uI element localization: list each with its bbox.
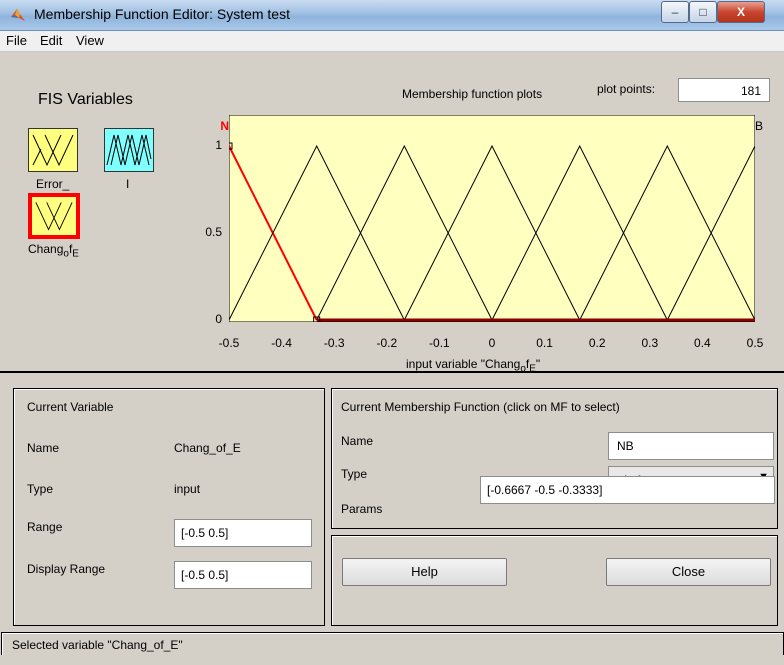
output-mf-icon xyxy=(106,134,152,166)
mf-type-label: Type xyxy=(341,467,368,481)
x-tick-label: -0.5 xyxy=(218,336,240,350)
current-mf-heading: Current Membership Function (click on MF… xyxy=(341,400,620,414)
menu-edit[interactable]: Edit xyxy=(40,33,62,48)
range-label: Range xyxy=(27,520,63,534)
status-bar: Selected variable "Chang_of_E" xyxy=(1,632,784,655)
window-title: Membership Function Editor: System test xyxy=(34,6,290,22)
variable-name-value: Chang_of_E xyxy=(174,441,241,455)
fis-variables-heading: FIS Variables xyxy=(38,91,133,108)
current-variable-panel: Current Variable Name Chang_of_E Type in… xyxy=(13,388,325,626)
variable-label-i: I xyxy=(126,177,130,191)
window-close-button[interactable]: X xyxy=(717,1,765,23)
y-tick-label: 0 xyxy=(215,312,222,326)
current-mf-panel: Current Membership Function (click on MF… xyxy=(331,388,778,529)
plot-points-label: plot points: xyxy=(597,82,656,96)
x-tick-label: 0.3 xyxy=(641,336,659,350)
mf-params-input[interactable]: [-0.6667 -0.5 -0.3333] xyxy=(480,476,775,504)
x-tick-label: 0.1 xyxy=(536,336,553,350)
variable-box-chang-of-e[interactable] xyxy=(28,193,80,239)
x-tick-label: -0.2 xyxy=(376,336,398,350)
display-range-input[interactable]: [-0.5 0.5] xyxy=(174,561,312,589)
y-tick-label: 0.5 xyxy=(205,225,222,239)
matlab-logo-icon xyxy=(11,9,25,21)
mf-name-input[interactable]: NB xyxy=(608,432,774,460)
display-range-label: Display Range xyxy=(27,562,106,576)
variable-type-value: input xyxy=(174,482,201,496)
variable-type-label: Type xyxy=(27,482,54,496)
x-tick-label: -0.3 xyxy=(323,336,345,350)
variable-label-error: Error_ xyxy=(36,177,70,191)
title-bar[interactable]: Membership Function Editor: System test … xyxy=(0,0,784,31)
maximize-button[interactable]: □ xyxy=(689,1,717,23)
input-mf-icon xyxy=(32,134,74,167)
mf-name-label: Name xyxy=(341,434,374,448)
variable-label-chang-of-e: ChangofE xyxy=(28,242,79,260)
mf-params-label: Params xyxy=(341,502,383,516)
help-button[interactable]: Help xyxy=(342,558,507,586)
close-button[interactable]: Close xyxy=(606,558,771,586)
x-tick-label: 0.2 xyxy=(588,336,606,350)
menu-view[interactable]: View xyxy=(76,33,104,48)
menu-bar: File Edit View xyxy=(0,31,784,52)
divider xyxy=(0,371,784,373)
status-text: Selected variable "Chang_of_E" xyxy=(12,638,183,652)
variable-box-error[interactable] xyxy=(28,128,78,172)
range-input[interactable]: [-0.5 0.5] xyxy=(174,519,312,547)
variable-name-label: Name xyxy=(27,441,60,455)
variable-box-i[interactable] xyxy=(104,128,154,172)
x-tick-label: 0 xyxy=(488,336,496,350)
x-tick-label: -0.4 xyxy=(271,336,292,350)
membership-function-plot[interactable] xyxy=(229,115,755,322)
mf-plots-label: Membership function plots xyxy=(402,87,543,101)
plot-points-input[interactable]: 181 xyxy=(678,78,770,102)
x-tick-label: 0.4 xyxy=(694,336,711,350)
x-tick-label: -0.1 xyxy=(429,336,450,350)
input-mf-icon xyxy=(35,202,73,231)
y-tick-label: 1 xyxy=(215,138,222,152)
x-tick-label: 0.5 xyxy=(746,336,764,350)
buttons-panel: Help Close xyxy=(331,535,778,626)
current-variable-heading: Current Variable xyxy=(27,400,114,414)
minimize-button[interactable]: – xyxy=(661,1,689,23)
menu-file[interactable]: File xyxy=(6,33,27,48)
